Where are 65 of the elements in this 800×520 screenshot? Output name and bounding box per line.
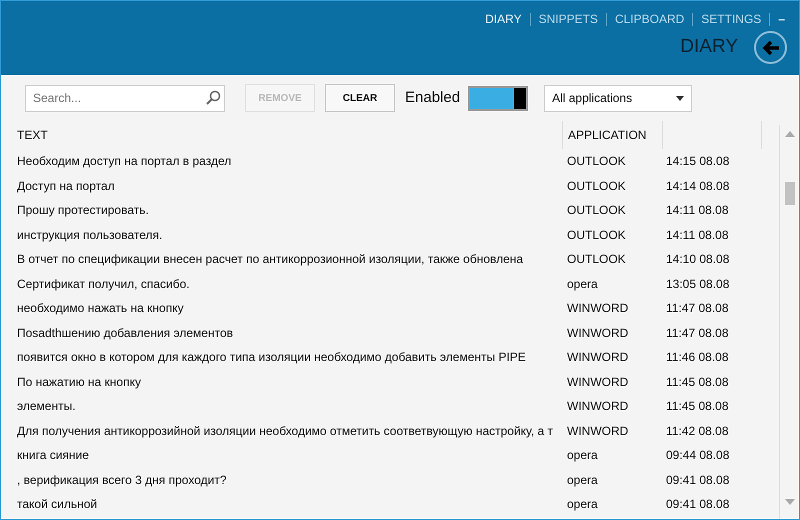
application-cell-text: opera	[566, 447, 599, 464]
column-header[interactable]: TEXT	[17, 121, 562, 149]
text-cell-text: Доступ на портал	[17, 178, 116, 195]
time-cell-text: 14:14 08.08	[665, 178, 730, 195]
time-cell-text: 14:10 08.08	[665, 251, 730, 268]
application-cell-text: opera	[566, 276, 599, 293]
time-cell-text: 14:11 08.08	[665, 226, 730, 244]
text-cell-text: книга сияние	[17, 447, 90, 464]
search-icon	[205, 90, 221, 106]
time-cell-text: 11:47 08.08	[665, 324, 730, 342]
time-cell-text: 11:46 08.08	[665, 349, 730, 366]
application-cell-text: opera	[566, 472, 599, 489]
enabled-label: Enabled	[405, 88, 460, 108]
time-cell-text: 09:41 08.08	[665, 496, 730, 514]
scroll-up-icon	[784, 131, 794, 137]
nav-link[interactable]: DIARY	[477, 10, 530, 28]
page-title: DIARY	[680, 35, 738, 60]
time-cell-text: 11:45 08.08	[665, 374, 730, 391]
text-cell-text: , верификация всего 3 дня проходит?	[17, 472, 228, 489]
application-cell-text: WINWORD	[566, 324, 630, 342]
application-cell-text: opera	[566, 496, 599, 514]
text-cell-text: Прошу протестировать.	[17, 202, 150, 220]
nav-link[interactable]: CLIPBOARD	[606, 10, 692, 28]
minimize-button[interactable]: –	[778, 10, 785, 28]
text-cell-text: такой сильной	[17, 496, 98, 514]
text-cell-text: Для получения антикоррозийной изоляции необходимо отметить соответвующую настройку, а т	[17, 422, 554, 440]
application-cell-text: OUTLOOK	[566, 251, 627, 268]
application-cell-text: WINWORD	[566, 300, 630, 318]
time-cell-text: 14:15 08.08	[665, 153, 730, 170]
time-cell-text: 09:41 08.08	[665, 472, 730, 489]
application-cell-text: WINWORD	[566, 349, 630, 366]
column-header[interactable]: APPLICATION	[562, 121, 662, 149]
application-cell-text: WINWORD	[566, 422, 630, 440]
scroll-down-icon	[784, 499, 794, 505]
application-cell-text: OUTLOOK	[566, 153, 627, 170]
time-cell-text: 11:47 08.08	[665, 300, 730, 318]
enabled-toggle[interactable]	[468, 86, 528, 110]
time-cell-text: 11:42 08.08	[665, 422, 730, 440]
search-field[interactable]: Search...	[25, 84, 225, 112]
back-arrow-icon	[762, 40, 780, 56]
text-cell-text: По нажатию на кнопку	[17, 374, 142, 391]
text-cell-text: элементы.	[17, 398, 77, 416]
nav-link[interactable]: SETTINGS	[693, 10, 770, 28]
application-dropdown[interactable]: All applications	[544, 84, 692, 112]
text-cell-text: инструкция пользователя.	[17, 226, 164, 244]
scroll-thumb[interactable]	[784, 182, 794, 205]
time-cell-text: 14:11 08.08	[665, 202, 730, 220]
text-cell-text: Сертификат получил, спасибо.	[17, 276, 191, 293]
text-cell-text: В отчет по спецификации внесен расчет по антикоррозионной изоляции, также обновлена	[17, 251, 524, 268]
back-button[interactable]	[754, 31, 787, 64]
clear-button[interactable]: CLEAR	[325, 84, 395, 112]
application-cell-text: OUTLOOK	[566, 178, 627, 195]
time-cell-text: 13:05 08.08	[665, 276, 730, 293]
application-cell-text: WINWORD	[566, 374, 630, 391]
time-cell-text: 11:45 08.08	[665, 398, 730, 416]
application-cell-text: OUTLOOK	[566, 202, 627, 220]
time-cell-text: 09:44 08.08	[665, 447, 730, 464]
text-cell-text: необходимо нажать на кнопку	[17, 300, 185, 318]
nav-link[interactable]: SNIPPETS	[530, 10, 606, 28]
application-cell-text: OUTLOOK	[566, 226, 627, 244]
text-cell-text: Необходим доступ на портал в раздел	[17, 153, 232, 170]
dropdown-caret-icon	[676, 96, 684, 100]
text-cell-text: Поsadthшению добавления элементов	[17, 324, 234, 342]
application-cell-text: WINWORD	[566, 398, 630, 416]
text-cell-text: появится окно в котором для каждого типа изоляции необходимо добавить элементы PIPE	[17, 349, 527, 366]
